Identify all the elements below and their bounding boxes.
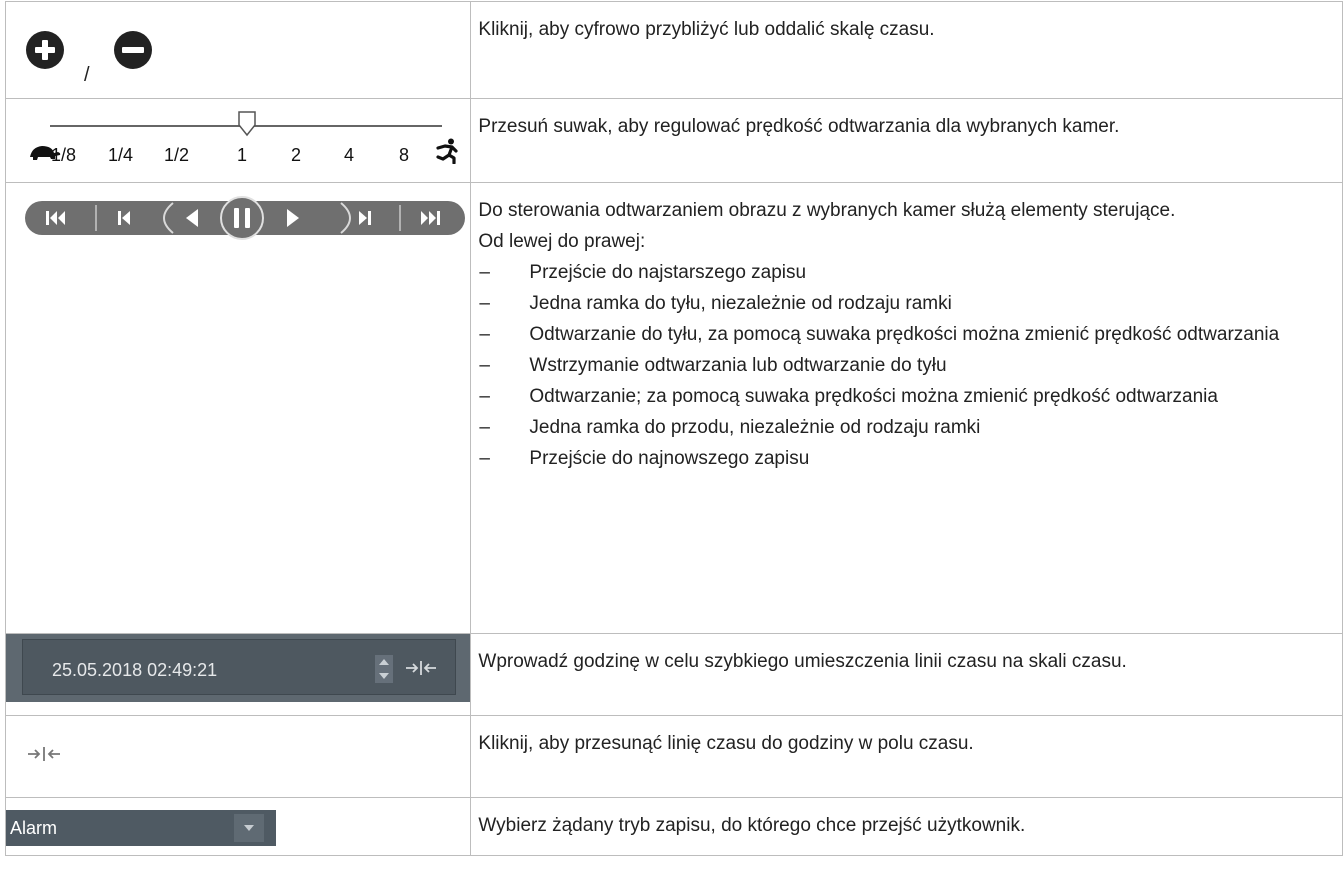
speed-tick: 8 [399,145,410,165]
recording-mode-row: Alarm Wybierz żądany tryb zapisu, do któ… [4,797,1343,856]
speed-tick: 1/2 [164,145,190,165]
recording-mode-panel: Alarm [6,798,470,852]
speed-tick: 1/8 [51,145,77,165]
list-item: – Wstrzymanie odtwarzania lub odtwarzanie… [478,350,1342,381]
speed-tick: 1/4 [108,145,134,165]
transport-row: Do sterowania odtwarzaniem obrazu z wybr… [4,182,1343,634]
recording-mode-selected[interactable]: Alarm [10,818,57,839]
time-field-value[interactable]: 25.05.2018 02:49:21 [52,660,217,681]
go-to-time-icon[interactable] [404,659,438,677]
spin-up-icon[interactable] [379,659,389,665]
skip-to-end-icon[interactable] [401,201,467,235]
transport-subheading: Od lewej do prawej: [478,231,646,252]
list-item: – Przejście do najstarszego zapisu [478,257,1342,288]
go-to-time-panel [6,716,470,796]
transport-bar [20,196,467,240]
go-to-time-row: Kliknij, aby przesunąć linię czasu do go… [4,715,1343,798]
play-reverse-icon[interactable] [170,201,216,235]
speed-tick: 1 [237,145,248,165]
play-icon[interactable] [268,201,318,235]
step-back-icon[interactable] [97,201,155,235]
speed-tick: 4 [344,145,355,165]
zoom-controls: / [6,2,470,98]
list-item: – Przejście do najnowszego zapisu [478,443,1342,474]
list-item: – Odtwarzanie; za pomocą suwaka prędkości… [478,381,1342,412]
time-field[interactable]: 25.05.2018 02:49:21 [22,639,456,695]
list-dash: – [479,355,490,376]
speed-slider[interactable]: 1/8 1/4 1/2 1 2 4 8 [6,99,470,182]
zoom-description: Kliknij, aby cyfrowo przybliżyć lub odda… [470,1,1343,99]
recording-mode-description: Wybierz żądany tryb zapisu, do którego c… [470,797,1343,856]
help-table: / Kliknij, aby cyfrowo przybliżyć lub od… [4,1,1343,856]
time-field-row: 25.05.2018 02:49:21 Wprowadź godzinę w c… [4,633,1343,716]
list-dash: – [479,448,490,469]
list-dash: – [479,262,490,283]
time-spinner[interactable] [375,655,393,683]
list-item: – Odtwarzanie do tyłu, za pomocą suwaka p… [478,319,1342,350]
list-dash: – [479,417,490,438]
step-forward-icon[interactable] [345,201,401,235]
zoom-separator: / [84,64,90,86]
list-item: – Jedna ramka do przodu, niezależnie od r… [478,412,1342,443]
time-field-description: Wprowadź godzinę w celu szybkiego umiesz… [470,633,1343,716]
transport-intro: Do sterowania odtwarzaniem obrazu z wybr… [478,200,1176,221]
chevron-down-icon[interactable] [234,814,264,842]
list-dash: – [479,293,490,314]
zoom-row: / Kliknij, aby cyfrowo przybliżyć lub od… [4,1,1343,99]
go-to-time-icon[interactable] [26,745,62,763]
list-item: – Jedna ramka do tyłu, niezależnie od rod… [478,288,1342,319]
time-field-panel: 25.05.2018 02:49:21 [6,634,471,702]
list-dash: – [479,386,490,407]
transport-description: Do sterowania odtwarzaniem obrazu z wybr… [470,182,1343,634]
pause-icon[interactable] [220,196,264,240]
speed-description: Przesuń suwak, aby regulować prędkość od… [470,98,1343,183]
skip-to-start-icon[interactable] [20,201,92,235]
speed-row: 1/8 1/4 1/2 1 2 4 8 Przesuń suwak, aby r… [4,98,1343,183]
slider-thumb[interactable] [237,111,257,137]
list-dash: – [479,324,490,345]
zoom-out-icon[interactable] [114,31,152,69]
spin-down-icon[interactable] [379,673,389,679]
recording-mode-dropdown[interactable]: Alarm [6,810,276,846]
zoom-in-icon[interactable] [26,31,64,69]
speed-tick: 2 [291,145,302,165]
go-to-time-description: Kliknij, aby przesunąć linię czasu do go… [470,715,1343,798]
runner-icon [436,138,458,164]
